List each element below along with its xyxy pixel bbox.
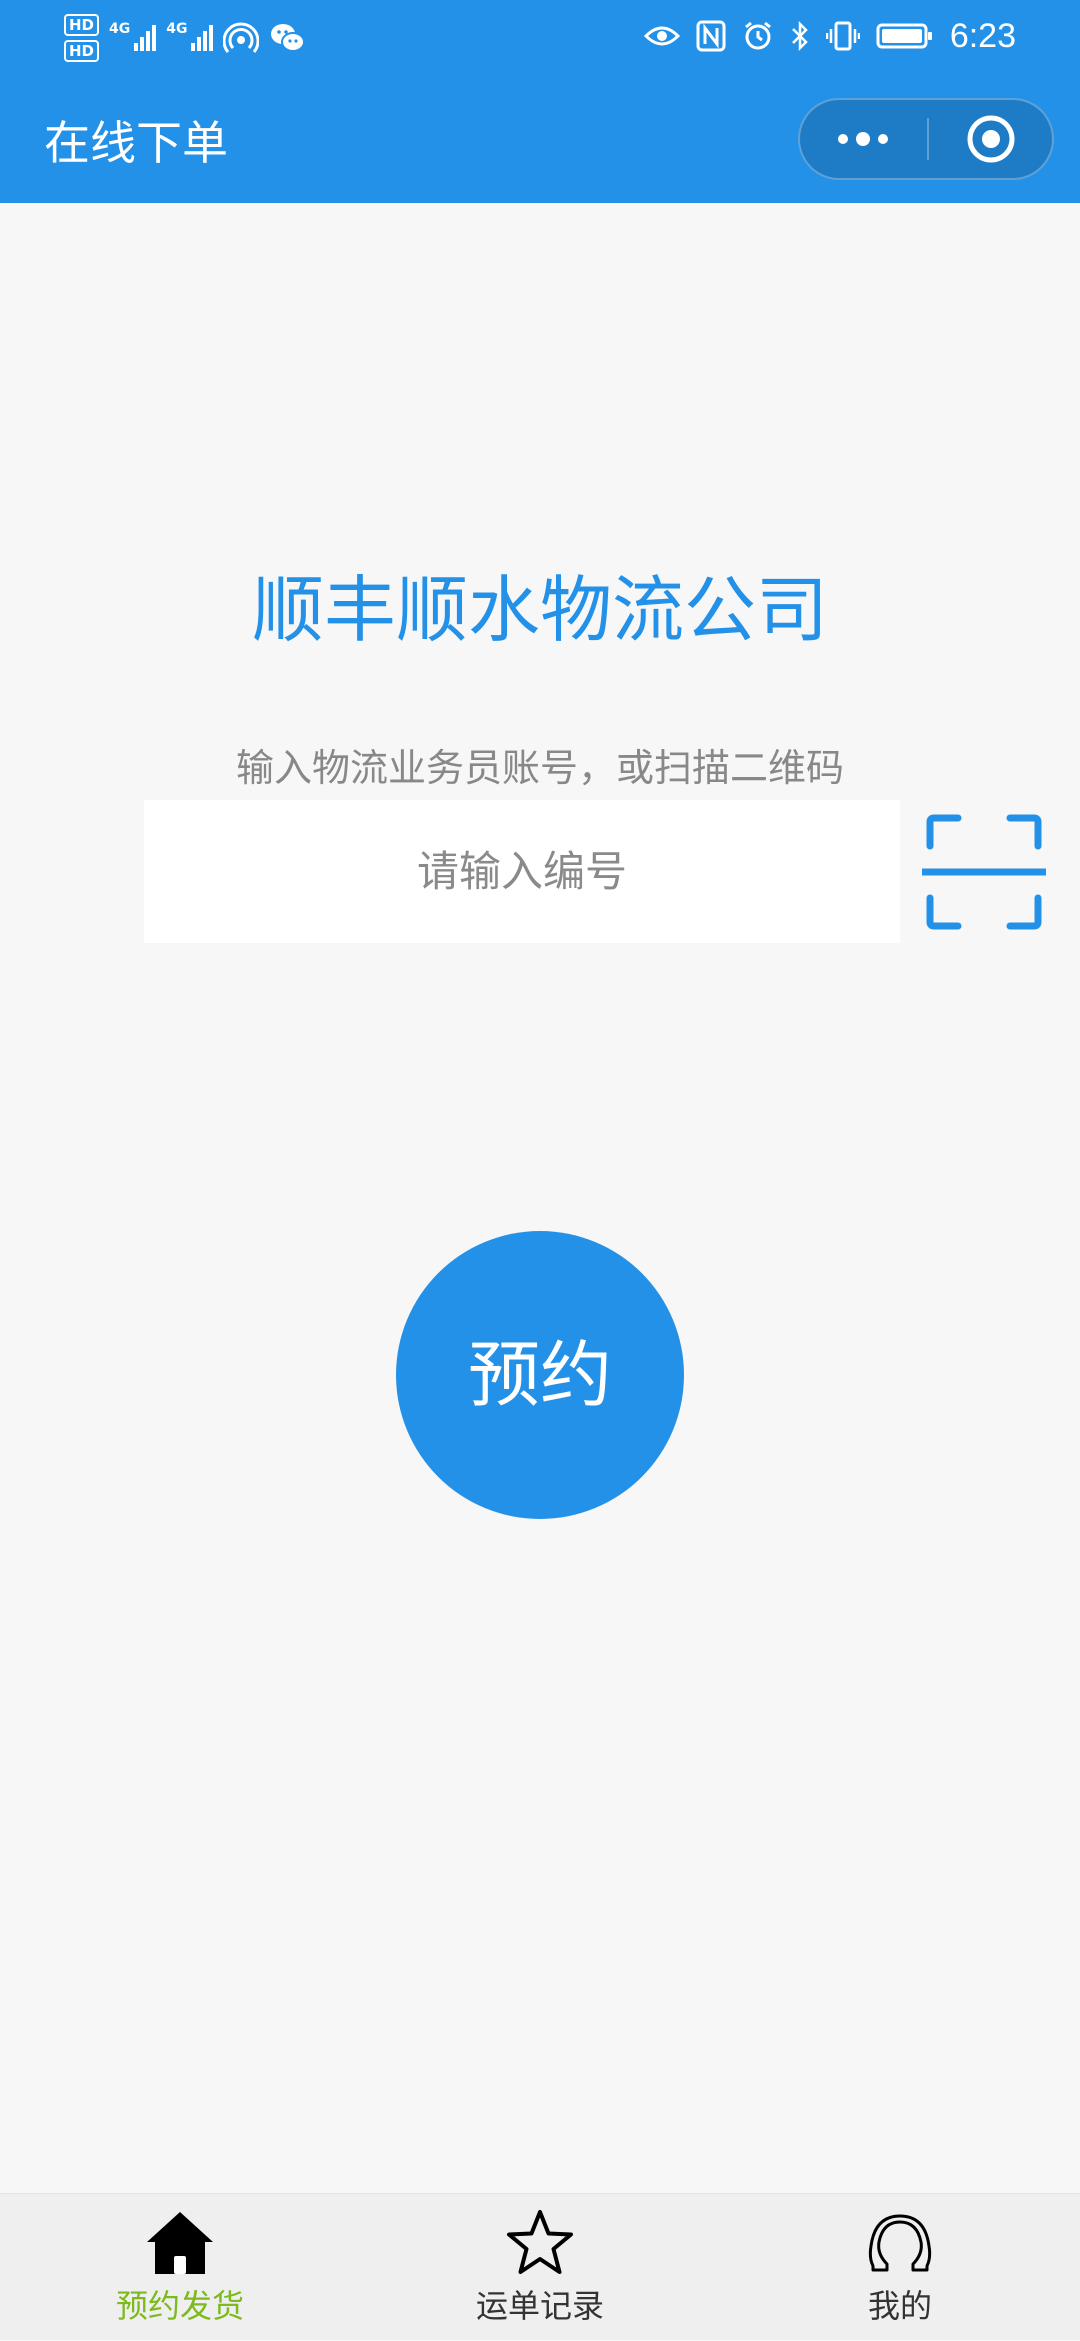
alarm-icon: [744, 21, 771, 50]
sim2-network-type: 4G: [166, 21, 188, 37]
signal-sim2-icon: 4G: [166, 21, 214, 51]
tab-mine[interactable]: 我的: [720, 2194, 1080, 2341]
omega-icon: [868, 2214, 932, 2272]
nfc-icon: [696, 20, 726, 52]
courier-code-input[interactable]: [144, 800, 900, 943]
page-title: 在线下单: [44, 116, 228, 170]
status-right: 6:23: [643, 8, 1016, 64]
star-icon: [507, 2210, 573, 2274]
vibrate-icon: [825, 21, 860, 51]
target-close-icon: [967, 115, 1014, 163]
status-left: HD HD 4G 4G: [64, 10, 306, 66]
tab-bar: 预约发货 运单记录 我的: [0, 2193, 1080, 2340]
more-dots-icon: [838, 132, 888, 146]
tab-label-reserve-shipment: 预约发货: [115, 2287, 244, 2325]
close-mini-program-button[interactable]: [929, 100, 1052, 178]
status-time: 6:23: [949, 17, 1016, 55]
company-name: 顺丰顺水物流公司: [251, 568, 828, 652]
top-bar: HD HD 4G 4G 6:23 在线下单: [0, 0, 1080, 203]
input-hint: 输入物流业务员账号，或扫描二维码: [235, 746, 844, 790]
battery-icon: [876, 23, 932, 49]
tab-label-mine: 我的: [867, 2287, 932, 2325]
hotspot-icon: [223, 22, 260, 53]
status-bar: HD HD 4G 4G 6:23: [0, 0, 1080, 72]
hd-badge-1: HD: [64, 14, 100, 36]
sim1-network-type: 4G: [109, 21, 131, 37]
eye-comfort-icon: [643, 26, 680, 46]
tab-reserve-shipment[interactable]: 预约发货: [0, 2194, 360, 2341]
scan-qr-button[interactable]: [922, 810, 1046, 934]
signal-sim1-icon: 4G: [109, 21, 157, 51]
hd-badge-2: HD: [64, 40, 100, 62]
mini-program-capsule: [798, 98, 1054, 180]
reserve-button[interactable]: 预约: [396, 1231, 684, 1519]
hd-indicators: HD HD: [64, 14, 100, 62]
scan-icon: [922, 814, 1046, 930]
tab-label-waybill-records: 运单记录: [475, 2287, 604, 2325]
home-icon: [147, 2212, 213, 2274]
tab-waybill-records[interactable]: 运单记录: [360, 2194, 720, 2341]
wechat-icon: [271, 24, 306, 52]
bluetooth-icon: [791, 20, 808, 52]
more-menu-button[interactable]: [800, 100, 926, 178]
